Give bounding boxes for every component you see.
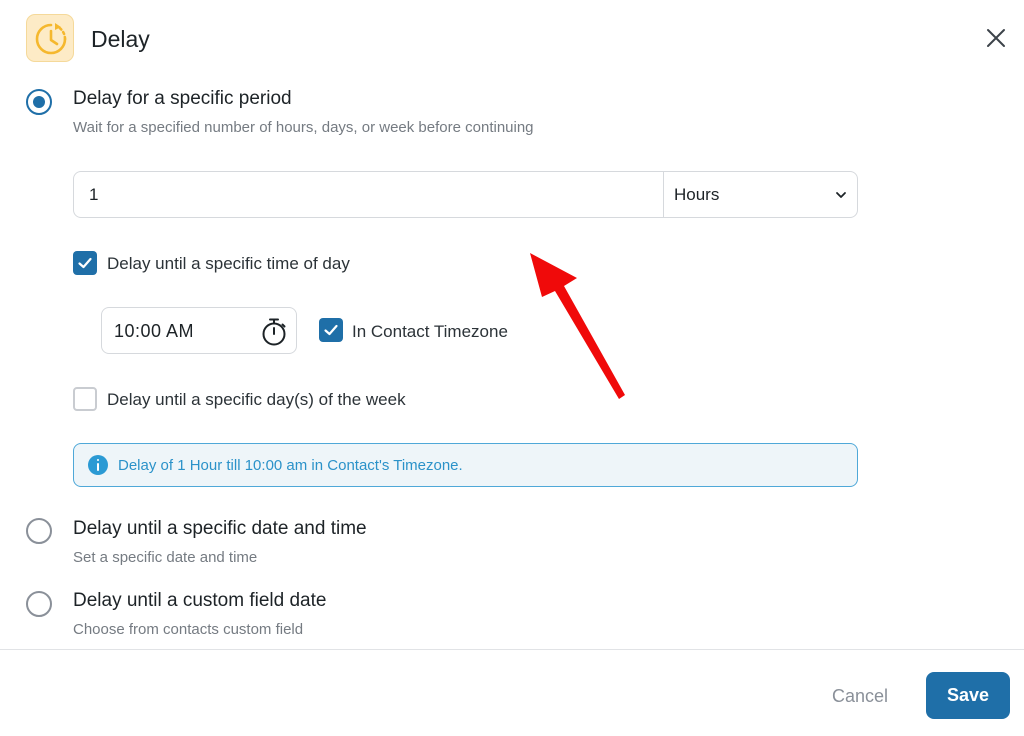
info-icon xyxy=(88,455,108,475)
time-input[interactable]: 10:00 AM xyxy=(101,307,297,354)
option-title-specific-date-time: Delay until a specific date and time xyxy=(73,518,367,539)
contact-timezone-label: In Contact Timezone xyxy=(352,322,508,341)
period-unit-select[interactable]: Hours xyxy=(663,172,857,217)
time-value: 10:00 AM xyxy=(114,321,195,341)
clock-icon xyxy=(26,14,74,62)
period-unit-value: Hours xyxy=(674,185,720,204)
option-description-specific-period: Wait for a specified number of hours, da… xyxy=(73,119,534,136)
option-title-custom-field-date: Delay until a custom field date xyxy=(73,590,327,611)
radio-specific-period[interactable] xyxy=(26,89,52,115)
delay-summary-info: Delay of 1 Hour till 10:00 am in Contact… xyxy=(73,443,858,487)
chevron-down-icon xyxy=(836,192,846,198)
dialog-title: Delay xyxy=(91,26,150,52)
period-field: Hours xyxy=(73,171,858,218)
radio-specific-date-time[interactable] xyxy=(26,518,52,544)
day-of-week-label: Delay until a specific day(s) of the wee… xyxy=(107,390,406,409)
radio-custom-field-date[interactable] xyxy=(26,591,52,617)
annotation-arrow xyxy=(530,253,625,399)
checkmark-icon xyxy=(78,257,92,269)
period-amount-input[interactable] xyxy=(74,172,663,217)
time-of-day-checkbox[interactable] xyxy=(73,251,97,275)
close-button[interactable] xyxy=(980,22,1012,54)
cancel-button[interactable]: Cancel xyxy=(818,681,902,711)
save-button[interactable]: Save xyxy=(926,672,1010,719)
delay-summary-text: Delay of 1 Hour till 10:00 am in Contact… xyxy=(118,457,463,474)
close-icon xyxy=(987,29,1005,47)
time-of-day-label: Delay until a specific time of day xyxy=(107,254,350,273)
day-of-week-checkbox[interactable] xyxy=(73,387,97,411)
footer-divider xyxy=(0,649,1024,650)
option-description-custom-field-date: Choose from contacts custom field xyxy=(73,621,304,638)
stopwatch-icon[interactable] xyxy=(260,317,288,347)
option-title-specific-period: Delay for a specific period xyxy=(73,88,292,109)
checkmark-icon xyxy=(324,324,338,336)
option-description-specific-date-time: Set a specific date and time xyxy=(73,549,258,566)
contact-timezone-checkbox[interactable] xyxy=(319,318,343,342)
dialog-header: Delay xyxy=(0,0,1024,78)
